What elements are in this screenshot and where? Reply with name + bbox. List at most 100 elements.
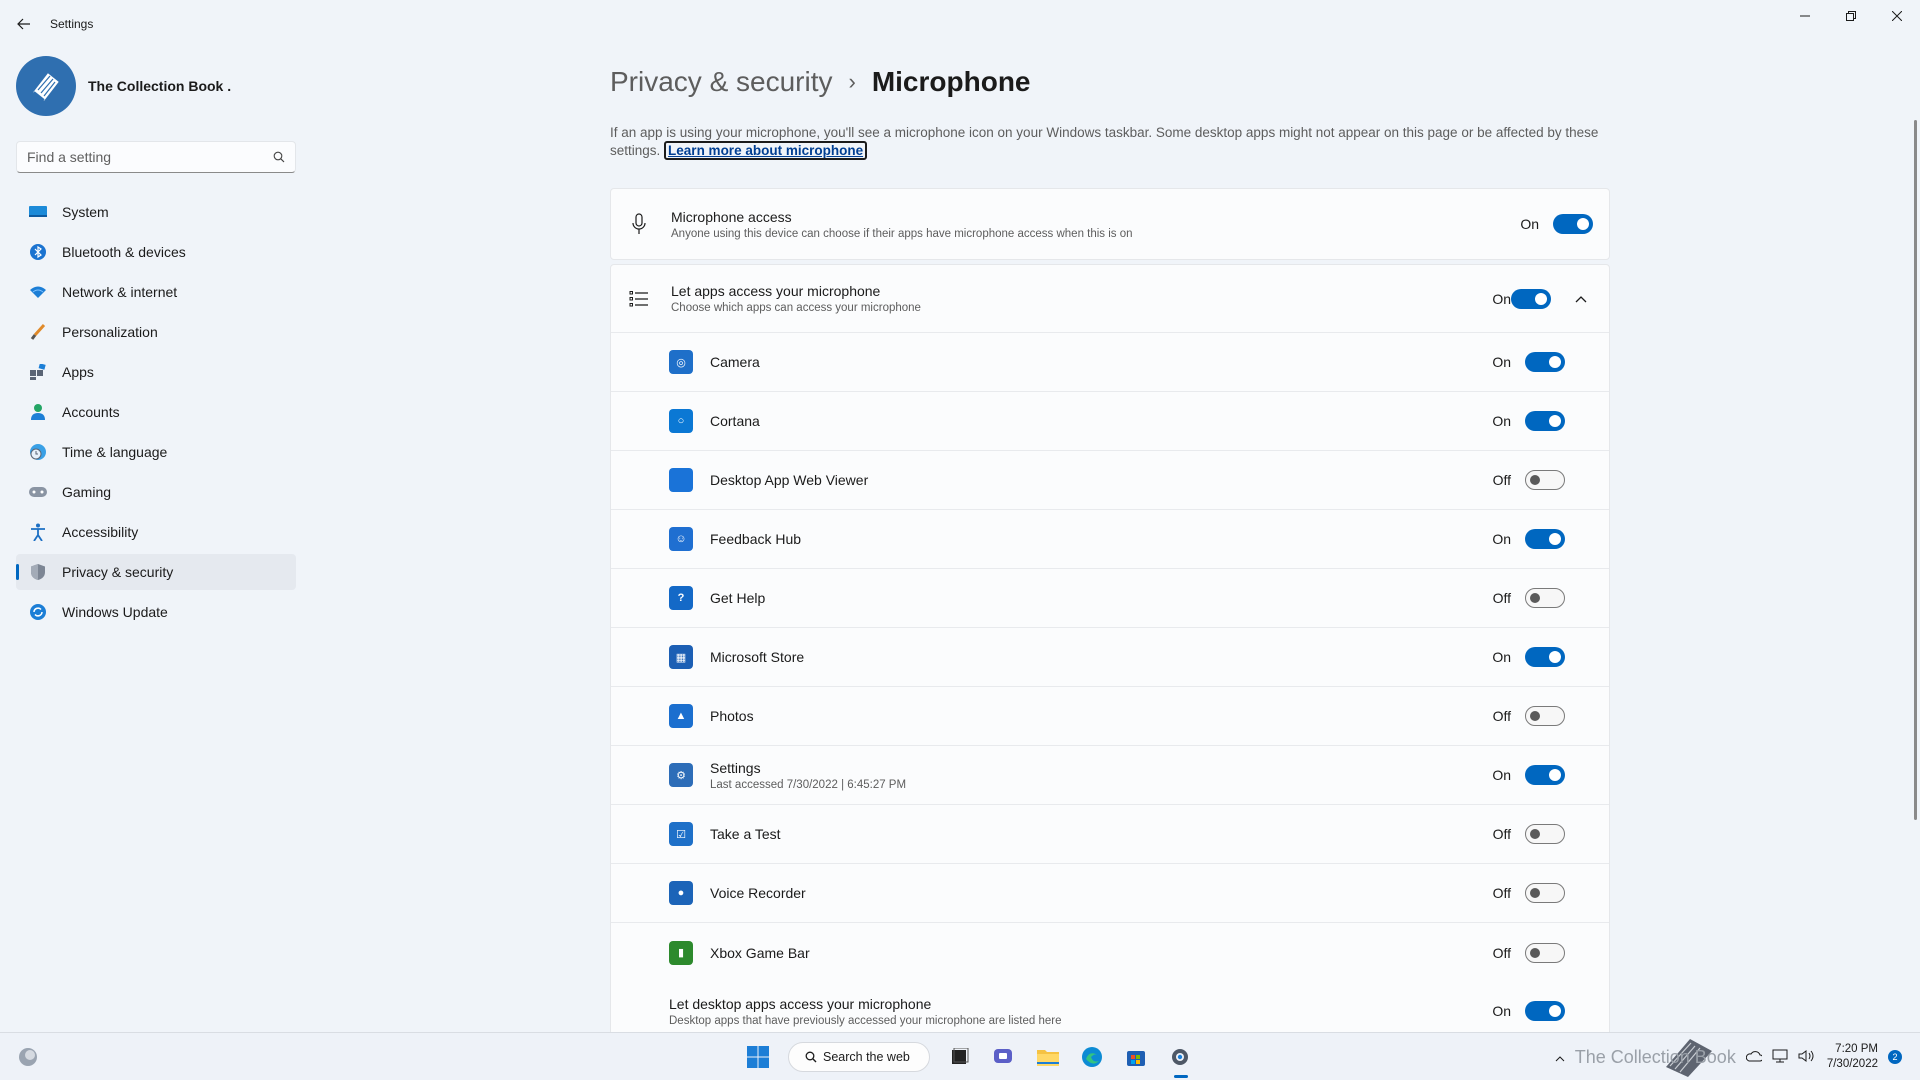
microsoft-store-button[interactable] [1116,1039,1156,1075]
microphone-icon [627,212,651,236]
search-icon[interactable] [273,151,285,163]
sidebar-item-accessibility[interactable]: Accessibility [16,514,296,550]
weather-widget-icon[interactable] [16,1045,40,1069]
photos-toggle[interactable] [1525,706,1565,726]
notification-badge[interactable]: 2 [1888,1050,1902,1064]
clock-globe-icon [28,442,48,462]
settings-toggle[interactable] [1525,765,1565,785]
book-logo-icon [33,73,59,101]
camera-toggle[interactable] [1525,352,1565,372]
app-row-camera: ◎ Camera On [611,333,1609,392]
desktop-app-web-viewer-toggle[interactable] [1525,470,1565,490]
back-button[interactable] [12,12,36,36]
taskbar: Search the web The Collection Book 7:20 … [0,1032,1920,1080]
app-name: Feedback Hub [710,531,802,547]
breadcrumb-separator: › [848,69,856,94]
app-row-desktop-app-web-viewer: Desktop App Web Viewer Off [611,451,1609,510]
network-icon[interactable] [1772,1049,1788,1066]
desktop-app-web-viewer-app-icon [669,468,693,492]
profile[interactable]: The Collection Book . [16,56,231,116]
microphone-access-subtitle: Anyone using this device can choose if t… [671,227,1133,240]
cortana-toggle[interactable] [1525,411,1565,431]
apps-icon [28,362,48,382]
volume-icon[interactable] [1798,1049,1814,1066]
sidebar-item-network[interactable]: Network & internet [16,274,296,310]
taskbar-search[interactable]: Search the web [788,1042,930,1072]
task-view-button[interactable] [940,1039,980,1075]
app-name: Cortana [710,413,760,429]
app-permission-state: Off [1492,944,1511,961]
sidebar-item-accounts[interactable]: Accounts [16,394,296,430]
system-tray: The Collection Book 7:20 PM 7/30/2022 2 [1550,1037,1902,1077]
sidebar-item-label: Gaming [62,484,112,500]
start-button[interactable] [738,1039,778,1075]
shield-icon [28,562,48,582]
take-a-test-toggle[interactable] [1525,824,1565,844]
let-apps-row[interactable]: Let apps access your microphone Choose w… [611,265,1609,333]
minimize-button[interactable] [1782,0,1828,32]
sidebar-item-gaming[interactable]: Gaming [16,474,296,510]
clock[interactable]: 7:20 PM 7/30/2022 [1827,1042,1878,1072]
chat-icon [994,1049,1012,1063]
app-permission-state: On [1492,413,1511,429]
xbox-game-bar-toggle[interactable] [1525,942,1565,963]
collapse-button[interactable] [1569,287,1593,311]
get-help-toggle[interactable] [1525,588,1565,608]
app-name: Xbox Game Bar [710,944,810,961]
onedrive-icon[interactable] [1745,1050,1764,1065]
app-last-accessed: Last accessed 7/30/2022 | 6:45:27 PM [710,778,907,791]
gamepad-icon [28,482,48,502]
app-row-microsoft-store: ▦ Microsoft Store On [611,628,1609,687]
voice-recorder-toggle[interactable] [1525,883,1565,903]
let-apps-toggle[interactable] [1511,288,1551,309]
microphone-access-title: Microphone access [671,208,792,225]
window-title: Settings [50,17,94,31]
accessibility-icon [28,522,48,542]
close-button[interactable] [1874,0,1920,32]
show-hidden-icons-button[interactable] [1555,1050,1565,1065]
sidebar-item-bluetooth[interactable]: Bluetooth & devices [16,234,296,270]
sidebar-item-privacy-security[interactable]: Privacy & security [16,554,296,590]
feedback-hub-toggle[interactable] [1525,529,1565,549]
app-permission-state: On [1492,649,1511,665]
folder-icon [1037,1050,1059,1066]
search-icon [805,1051,817,1063]
edge-browser-button[interactable] [1072,1039,1112,1075]
app-name: Microsoft Store [710,649,805,665]
microphone-access-toggle[interactable] [1553,214,1593,234]
sidebar: The Collection Book . System Bluetooth &… [0,48,310,1028]
app-permissions-card: Let apps access your microphone Choose w… [610,264,1610,1041]
sidebar-item-system[interactable]: System [16,194,296,230]
sidebar-item-label: Time & language [62,444,168,460]
watermark-text: The Collection Book [1574,1046,1736,1067]
title-bar: Settings [0,0,1920,48]
app-permission-state: On [1492,767,1511,783]
microsoft-store-toggle[interactable] [1525,647,1565,667]
app-permission-state: On [1492,531,1511,547]
search-field[interactable] [16,141,296,173]
app-name: Desktop App Web Viewer [710,472,869,488]
search-input[interactable] [27,149,273,165]
sidebar-item-apps[interactable]: Apps [16,354,296,390]
chevron-up-icon [1555,1055,1565,1061]
sidebar-item-label: Privacy & security [62,564,174,580]
minimize-icon [1800,15,1810,17]
back-arrow-icon [17,18,30,30]
learn-more-link[interactable]: Learn more about microphone [664,141,868,160]
app-permission-state: Off [1492,885,1511,901]
settings-app-button[interactable] [1160,1039,1200,1078]
teams-chat-button[interactable] [984,1039,1024,1075]
file-explorer-button[interactable] [1028,1039,1068,1075]
sidebar-item-time-language[interactable]: Time & language [16,434,296,470]
scrollbar[interactable] [1914,120,1917,820]
app-row-feedback-hub: ☺ Feedback Hub On [611,510,1609,569]
sidebar-item-windows-update[interactable]: Windows Update [16,594,296,630]
store-icon [1127,1051,1145,1066]
taskbar-search-label: Search the web [823,1050,910,1064]
desktop-apps-toggle[interactable] [1525,1001,1565,1021]
app-name: Settings [710,759,761,776]
breadcrumb-parent[interactable]: Privacy & security [610,66,833,98]
restore-button[interactable] [1828,0,1874,32]
gear-icon [1172,1049,1188,1065]
sidebar-item-personalization[interactable]: Personalization [16,314,296,350]
